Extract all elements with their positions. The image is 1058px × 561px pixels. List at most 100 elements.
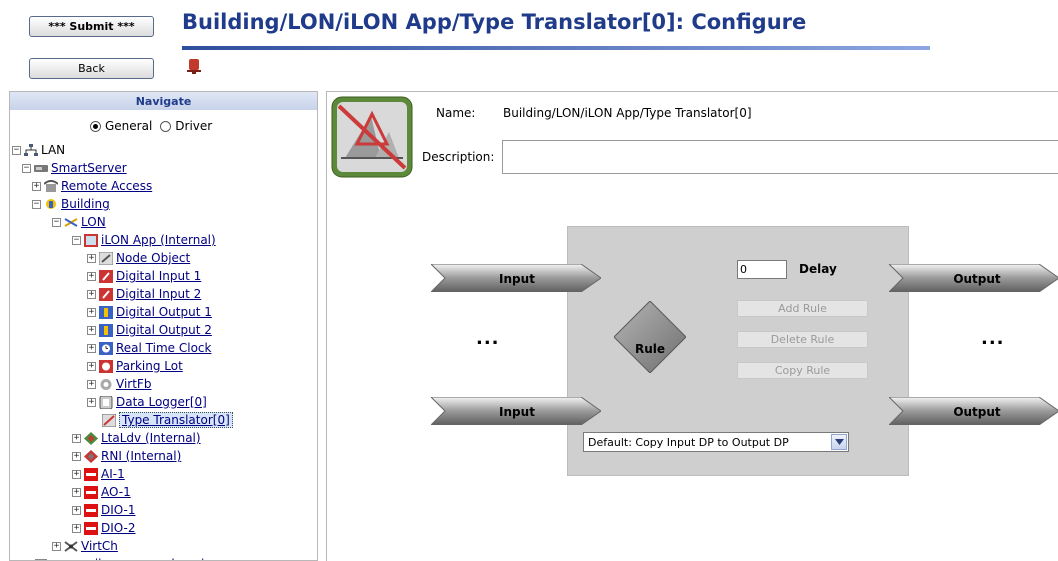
expand-icon[interactable]: + (52, 541, 61, 551)
tree-item[interactable]: + Remote Access (32, 179, 152, 193)
expand-icon[interactable]: + (87, 271, 96, 281)
tree-item-label[interactable]: LtaLdv (Internal) (101, 431, 201, 445)
rule-select[interactable]: Default: Copy Input DP to Output DP (583, 432, 849, 452)
expand-icon[interactable]: + (72, 469, 81, 479)
tree-item-label[interactable]: Remote Access (61, 179, 152, 193)
tree-item[interactable]: + VirtCh (52, 539, 118, 553)
tree-item-label[interactable]: Real Time Clock (116, 341, 211, 355)
tree-item[interactable]: + RNI (Internal) (72, 449, 181, 463)
delay-input[interactable]: 0 (737, 260, 787, 279)
type-translator-fb-icon (331, 96, 413, 178)
chevron-down-icon[interactable] (831, 434, 847, 450)
tree-item[interactable]: + Node Object (87, 251, 190, 265)
tree-item[interactable]: + LtaLdv (Internal) (72, 431, 201, 445)
navigation-panel: Navigate General Driver − LAN − SmartServer… (9, 91, 318, 561)
submit-button[interactable]: *** Submit *** (29, 16, 154, 37)
delay-label: Delay (799, 262, 837, 276)
description-label: Description: (422, 150, 495, 164)
tree-item-label[interactable]: Digital Output 1 (116, 305, 212, 319)
tree-item[interactable]: + Digital Input 2 (87, 287, 201, 301)
tree-item[interactable]: − LAN (12, 143, 65, 157)
tree-item[interactable]: + Digital Output 1 (87, 305, 212, 319)
tree-item-label[interactable]: Digital Input 2 (116, 287, 201, 301)
collapse-icon[interactable]: − (22, 163, 31, 173)
tree-item-label[interactable]: LON (81, 215, 106, 229)
tree-item-label[interactable]: AO-1 (101, 485, 131, 499)
expand-icon[interactable]: + (87, 253, 96, 263)
expand-icon[interactable]: + (72, 523, 81, 533)
tree-item-label[interactable]: AI-1 (101, 467, 125, 481)
tree-item-label[interactable]: SmartServer (51, 161, 127, 175)
data-logger-icon (99, 395, 116, 409)
collapse-icon[interactable]: − (32, 199, 41, 209)
tree-item[interactable]: + Real Time Clock (87, 341, 211, 355)
expand-icon[interactable]: + (72, 451, 81, 461)
tree-item[interactable]: − SmartServer (22, 161, 127, 175)
tree-item[interactable]: + DIO-1 (72, 503, 136, 517)
expand-icon[interactable]: + (87, 379, 96, 389)
ltaldv-icon (84, 431, 101, 445)
type-translator-icon (102, 413, 119, 427)
collapse-icon[interactable]: − (72, 235, 81, 245)
tree-item[interactable]: − LON (52, 215, 106, 229)
tree-item[interactable]: Type Translator[0] (102, 412, 233, 428)
digital-input-icon (99, 287, 116, 301)
tree-item-label[interactable]: Digital Input 1 (116, 269, 201, 283)
expand-icon[interactable]: + (87, 307, 96, 317)
tree-item-label[interactable]: Node Object (116, 251, 190, 265)
rule-label: Rule (634, 342, 666, 356)
tree-item-label[interactable]: Type Translator[0] (119, 412, 233, 428)
tree-item-label[interactable]: LAN (41, 143, 65, 157)
tree-item[interactable]: + Parking Lot (87, 359, 183, 373)
expand-icon[interactable]: + (72, 505, 81, 515)
expand-icon[interactable]: + (87, 325, 96, 335)
tree-item-label[interactable]: iLON App (Internal) (101, 233, 216, 247)
tree-item[interactable]: + Digital Output 2 (87, 323, 212, 337)
node-object-icon (99, 251, 116, 265)
tree-item-label[interactable]: VirtFb (116, 377, 151, 391)
delete-rule-button[interactable]: Delete Rule (737, 331, 868, 348)
alarm-bell-icon[interactable] (187, 58, 201, 74)
tree-item[interactable]: + Data Logger[0] (87, 395, 207, 409)
device-icon (84, 485, 101, 499)
tree-item-label[interactable]: DIO-1 (101, 503, 136, 517)
tree-item[interactable]: + Digital Input 1 (87, 269, 201, 283)
tree-item[interactable]: + AO-1 (72, 485, 131, 499)
header: *** Submit *** Back Building/LON/iLON Ap… (0, 0, 1058, 88)
expand-icon[interactable]: + (32, 181, 41, 191)
tree-item-label[interactable]: my_mailserver.my_domain.com (51, 557, 241, 560)
expand-icon[interactable]: + (87, 397, 96, 407)
add-rule-button[interactable]: Add Rule (737, 300, 868, 317)
expand-icon[interactable]: + (87, 361, 96, 371)
tree-item[interactable]: + DIO-2 (72, 521, 136, 535)
app-icon (84, 233, 101, 247)
tree-item[interactable]: + VirtFb (87, 377, 151, 391)
tree-item[interactable]: +my_mailserver.my_domain.com (22, 557, 241, 560)
tree-item-label[interactable]: Building (61, 197, 110, 211)
tree-item-label[interactable]: RNI (Internal) (101, 449, 181, 463)
tree-item[interactable]: + AI-1 (72, 467, 125, 481)
tree-item[interactable]: − iLON App (Internal) (72, 233, 216, 247)
collapse-icon[interactable]: − (52, 217, 61, 227)
expand-icon[interactable]: + (87, 343, 96, 353)
network-icon (24, 143, 41, 157)
tree-item-label[interactable]: Parking Lot (116, 359, 183, 373)
expand-icon[interactable]: + (72, 433, 81, 443)
collapse-icon[interactable]: − (12, 145, 21, 155)
expand-icon[interactable]: + (87, 289, 96, 299)
tree-item-label[interactable]: VirtCh (81, 539, 118, 553)
output-label-bottom: Output (953, 405, 1001, 419)
copy-rule-button[interactable]: Copy Rule (737, 362, 868, 379)
back-button[interactable]: Back (29, 58, 154, 79)
tree-item-label[interactable]: Digital Output 2 (116, 323, 212, 337)
building-icon (44, 198, 61, 211)
input-label-top: Input (499, 272, 535, 286)
expand-icon[interactable]: + (72, 487, 81, 497)
tree-item-label[interactable]: Data Logger[0] (116, 395, 207, 409)
description-field[interactable] (502, 140, 1058, 174)
tree-item[interactable]: − Building (32, 197, 110, 211)
device-icon (84, 503, 101, 517)
parking-icon (99, 359, 116, 373)
tree-item-label[interactable]: DIO-2 (101, 521, 136, 535)
rule-diamond-icon[interactable] (614, 301, 686, 373)
